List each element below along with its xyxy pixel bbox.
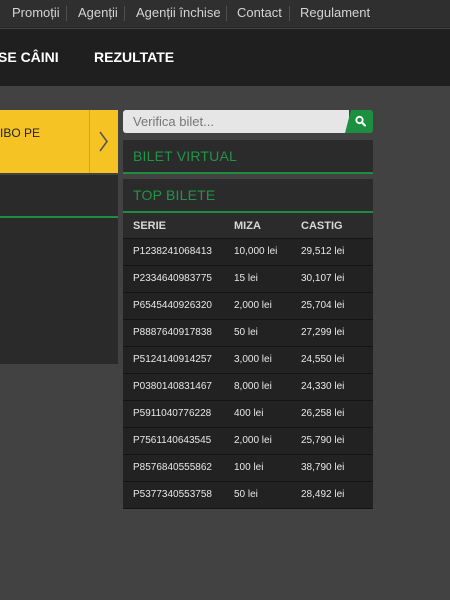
ticket-serie: P2334640983775 <box>133 273 212 284</box>
main-nav-rezultate[interactable]: REZULTATE <box>94 29 174 86</box>
ticket-castig: 26,258 lei <box>301 408 345 419</box>
nav-link-promotii[interactable]: Promoții <box>12 0 60 26</box>
table-row: P8887640917838 50 lei 27,299 lei <box>123 320 373 347</box>
top-bilete-panel: TOP BILETE <box>123 179 373 213</box>
table-row: P5377340553758 50 lei 28,492 lei <box>123 482 373 509</box>
ticket-serie: P7561140643545 <box>133 435 212 446</box>
left-panel-header <box>0 175 118 218</box>
ticket-castig: 30,107 lei <box>301 273 345 284</box>
nav-divider <box>66 6 67 21</box>
table-header-row: SERIE MIZA CASTIG <box>123 213 373 239</box>
ticket-serie: P5911040776228 <box>133 408 212 419</box>
ticket-serie: P8576840555862 <box>133 462 212 473</box>
main-nav: SE CÂINI REZULTATE <box>0 29 450 86</box>
ticket-serie: P6545440926320 <box>133 300 212 311</box>
left-panel <box>0 175 118 364</box>
ticket-miza: 3,000 lei <box>234 354 272 365</box>
column-header-serie: SERIE <box>133 220 167 232</box>
ticket-castig: 38,790 lei <box>301 462 345 473</box>
bilet-virtual-title: BILET VIRTUAL <box>133 148 238 164</box>
top-nav: Promoții Agenții Agenții închise Contact… <box>0 0 450 28</box>
ticket-miza: 400 lei <box>234 408 264 419</box>
ticket-miza: 15 lei <box>234 273 258 284</box>
ticket-castig: 28,492 lei <box>301 489 345 500</box>
nav-divider <box>289 6 290 21</box>
nav-link-contact[interactable]: Contact <box>237 0 282 26</box>
main-nav-curse-caini[interactable]: SE CÂINI <box>0 29 59 86</box>
table-row: P6545440926320 2,000 lei 25,704 lei <box>123 293 373 320</box>
nav-link-agentii[interactable]: Agenții <box>78 0 118 26</box>
promo-banner[interactable]: IBO PE <box>0 110 118 173</box>
table-row: P8576840555862 100 lei 38,790 lei <box>123 455 373 482</box>
nav-link-agentii-inchise[interactable]: Agenții închise <box>136 0 221 26</box>
ticket-serie: P0380140831467 <box>133 381 212 392</box>
table-row: P1238241068413 10,000 lei 29,512 lei <box>123 239 373 266</box>
top-bilete-title: TOP BILETE <box>133 187 216 203</box>
ticket-castig: 25,790 lei <box>301 435 345 446</box>
ticket-serie: P1238241068413 <box>133 246 212 257</box>
ticket-serie: P5377340553758 <box>133 489 212 500</box>
ticket-miza: 50 lei <box>234 327 258 338</box>
ticket-search-input[interactable] <box>123 110 349 133</box>
ticket-miza: 100 lei <box>234 462 264 473</box>
ticket-miza: 2,000 lei <box>234 300 272 311</box>
ticket-castig: 24,550 lei <box>301 354 345 365</box>
column-header-castig: CASTIG <box>301 220 343 232</box>
table-row: P0380140831467 8,000 lei 24,330 lei <box>123 374 373 401</box>
column-header-miza: MIZA <box>234 220 261 232</box>
promo-banner-text: IBO PE <box>0 126 41 140</box>
nav-divider <box>226 6 227 21</box>
ticket-miza: 8,000 lei <box>234 381 272 392</box>
nav-link-regulament[interactable]: Regulament <box>300 0 370 26</box>
ticket-miza: 10,000 lei <box>234 246 278 257</box>
ticket-miza: 2,000 lei <box>234 435 272 446</box>
nav-divider <box>124 6 125 21</box>
table-row: P2334640983775 15 lei 30,107 lei <box>123 266 373 293</box>
bilet-virtual-panel[interactable]: BILET VIRTUAL <box>123 140 373 174</box>
ticket-castig: 24,330 lei <box>301 381 345 392</box>
chevron-right-icon[interactable] <box>90 110 118 173</box>
table-row: P7561140643545 2,000 lei 25,790 lei <box>123 428 373 455</box>
ticket-search <box>123 110 373 133</box>
ticket-castig: 27,299 lei <box>301 327 345 338</box>
table-row: P5911040776228 400 lei 26,258 lei <box>123 401 373 428</box>
search-icon <box>355 115 367 127</box>
top-tickets-table: SERIE MIZA CASTIG P1238241068413 10,000 … <box>123 213 373 509</box>
table-row: P5124140914257 3,000 lei 24,550 lei <box>123 347 373 374</box>
ticket-serie: P8887640917838 <box>133 327 212 338</box>
ticket-serie: P5124140914257 <box>133 354 212 365</box>
ticket-castig: 29,512 lei <box>301 246 345 257</box>
ticket-miza: 50 lei <box>234 489 258 500</box>
ticket-castig: 25,704 lei <box>301 300 345 311</box>
search-button[interactable] <box>345 110 373 133</box>
